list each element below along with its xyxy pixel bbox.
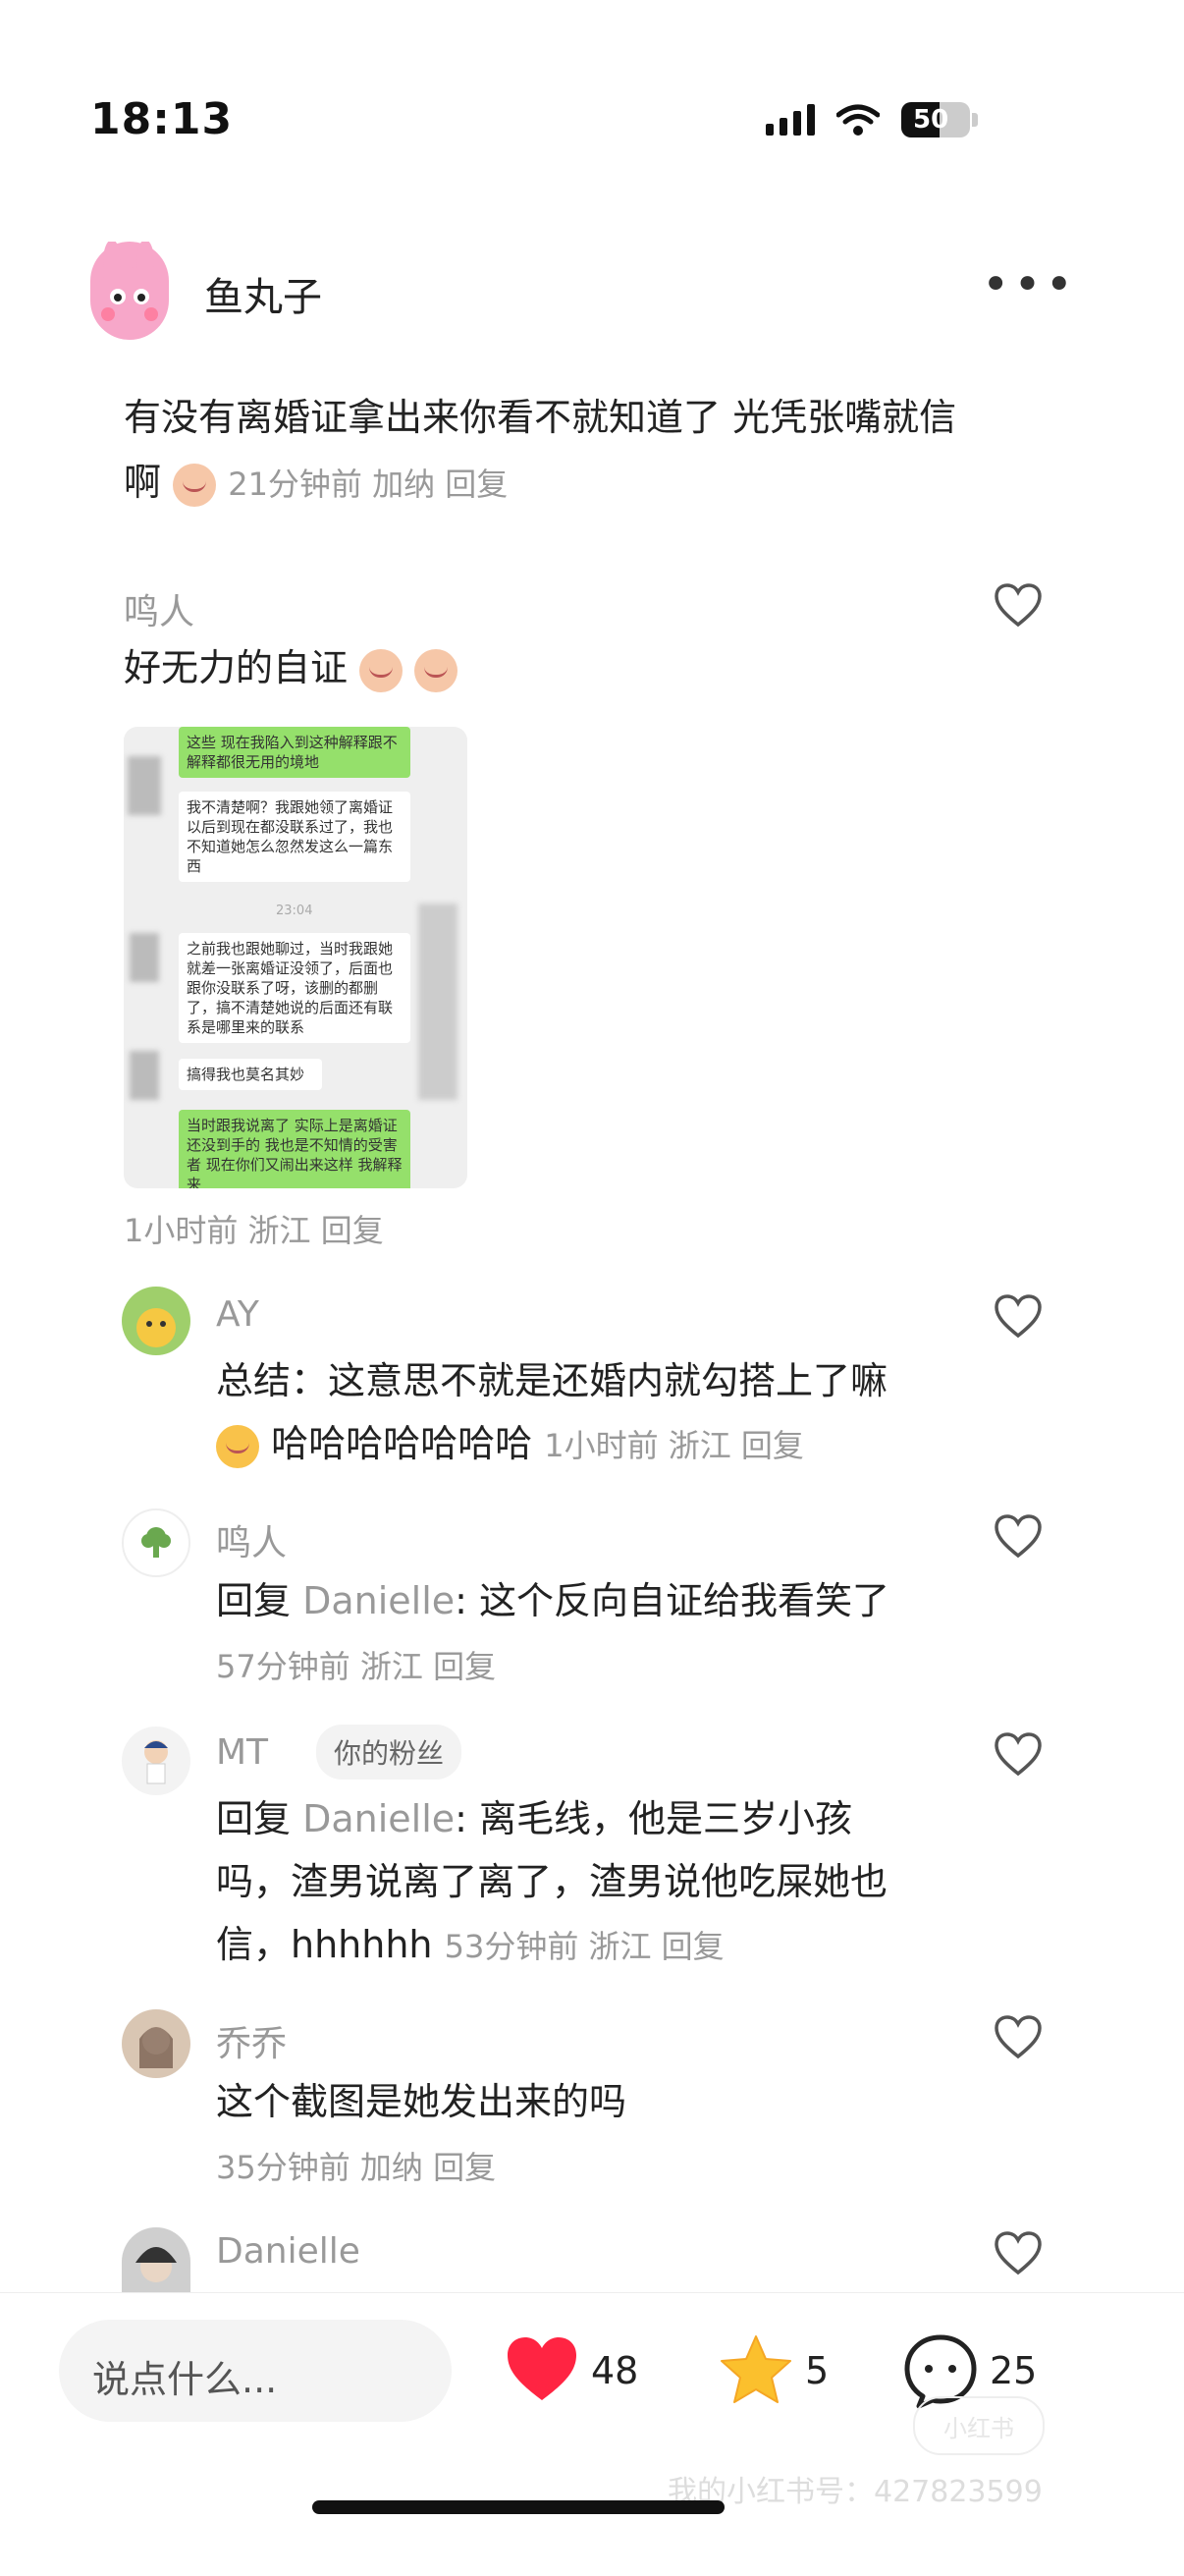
- battery-icon: 50: [901, 102, 970, 137]
- author-name[interactable]: 鱼丸子: [204, 265, 322, 322]
- main-comment-meta[interactable]: 21分钟前 加纳 回复: [228, 466, 508, 503]
- commenter-avatar[interactable]: [122, 2227, 190, 2292]
- battery-level: 50: [913, 105, 949, 135]
- commenter-name[interactable]: 鸣人: [216, 1514, 287, 1565]
- star-count: 5: [805, 2349, 830, 2392]
- crying-face-icon: [359, 648, 404, 692]
- screenshot-bubble: 我不清楚啊？我跟她领了离婚证以后到现在都没联系过了，我也不知道她怎么忽然发这么一…: [179, 792, 410, 882]
- like-heart-icon[interactable]: [994, 2231, 1043, 2276]
- reply-to-user[interactable]: Danielle: [302, 1579, 455, 1622]
- comment-text: 好无力的自证: [124, 636, 458, 699]
- comment-input-placeholder[interactable]: 说点什么...: [92, 2349, 277, 2403]
- screenshot-bubble: 搞得我也莫名其妙: [179, 1059, 322, 1090]
- commenter-name[interactable]: 乔乔: [216, 2015, 287, 2066]
- comment-text-content: 信，hhhhhh: [216, 1923, 433, 1966]
- comment-meta[interactable]: 1小时前 浙江 回复: [544, 1427, 804, 1464]
- wifi-icon: [836, 104, 880, 136]
- comment-text: 这个截图是她发出来的吗: [216, 2080, 627, 2123]
- like-heart-icon[interactable]: [994, 2015, 1043, 2060]
- screenshot-bubble: 当时跟我说离了 实际上是离婚证还没到手的 我也是不知情的受害者 现在你们又闹出来…: [179, 1110, 410, 1188]
- chat-screenshot-image[interactable]: 这些 现在我陷入到这种解释跟不解释都很无用的境地 我不清楚啊？我跟她领了离婚证以…: [124, 727, 467, 1188]
- commenter-name[interactable]: Danielle: [216, 2231, 360, 2272]
- comment-text: 总结：这意思不就是还婚内就勾搭上了嘛: [216, 1359, 888, 1402]
- commenter-avatar[interactable]: [122, 2009, 190, 2078]
- commenter-name[interactable]: MT: [216, 1732, 268, 1773]
- crying-face-icon: [173, 463, 217, 507]
- like-heart-icon[interactable]: [994, 1732, 1043, 1778]
- like-heart-icon[interactable]: [994, 1294, 1043, 1340]
- comment-text-line2: 哈哈哈哈哈哈哈 1小时前 浙江 回复: [216, 1412, 804, 1477]
- like-filled-icon[interactable]: [505, 2335, 579, 2404]
- comment-text-line2: 吗，渣男说离了离了，渣男说他吃屎她也: [216, 1860, 888, 1903]
- watermark-logo: 小红书: [913, 2396, 1045, 2455]
- home-indicator[interactable]: [312, 2500, 725, 2514]
- like-count: 48: [591, 2349, 639, 2392]
- like-heart-icon[interactable]: [994, 583, 1043, 629]
- fan-badge: 你的粉丝: [316, 1725, 462, 1780]
- reply-prefix: 回复: [216, 1579, 292, 1622]
- comment-text: 回复 Danielle: 这个反向自证给我看笑了: [216, 1569, 889, 1632]
- screenshot-time: 23:04: [276, 904, 313, 918]
- comment-text-line3: 信，hhhhhh 53分钟前 浙江 回复: [216, 1913, 725, 1978]
- comment-meta[interactable]: 53分钟前 浙江 回复: [445, 1928, 725, 1965]
- status-time: 18:13: [90, 94, 234, 144]
- comment-meta[interactable]: 35分钟前 加纳 回复: [216, 2143, 496, 2188]
- status-icons: 50: [766, 102, 978, 137]
- reply-prefix: 回复: [216, 1797, 292, 1840]
- comment-meta[interactable]: 1小时前 浙江 回复: [124, 1206, 384, 1251]
- comment-text-content: : 离毛线，他是三岁小孩: [455, 1797, 853, 1840]
- comment-count: 25: [990, 2349, 1038, 2392]
- comment-text-content: : 这个反向自证给我看笑了: [455, 1579, 890, 1622]
- comment-text-content: 哈哈哈哈哈哈哈: [271, 1422, 533, 1465]
- commenter-name[interactable]: AY: [216, 1294, 259, 1335]
- commenter-avatar[interactable]: [122, 1726, 190, 1795]
- comment-text-content: 好无力的自证: [124, 646, 349, 689]
- screenshot-bubble: 之前我也跟她聊过，当时我跟她就差一张离婚证没领了，后面也跟你没联系了呀，该删的都…: [179, 933, 410, 1043]
- cellular-signal-icon: [766, 104, 815, 136]
- more-options-icon[interactable]: •••: [982, 257, 1077, 312]
- commenter-avatar[interactable]: [122, 1508, 190, 1577]
- battery-tip: [972, 113, 978, 127]
- grinning-face-icon: [216, 1424, 259, 1468]
- crying-face-icon: [414, 648, 458, 692]
- star-collect-icon[interactable]: [719, 2333, 793, 2406]
- reply-to-user[interactable]: Danielle: [302, 1797, 455, 1840]
- main-comment: 有没有离婚证拿出来你看不就知道了 光凭张嘴就信啊 21分钟前 加纳 回复: [124, 385, 988, 517]
- comment-text: 回复 Danielle: 离毛线，他是三岁小孩: [216, 1787, 852, 1850]
- screenshot-bubble: 这些 现在我陷入到这种解释跟不解释都很无用的境地: [179, 727, 410, 778]
- commenter-avatar[interactable]: [122, 1287, 190, 1355]
- commenter-name[interactable]: 鸣人: [124, 583, 194, 634]
- comment-meta[interactable]: 57分钟前 浙江 回复: [216, 1642, 496, 1687]
- author-avatar[interactable]: [90, 240, 169, 340]
- like-heart-icon[interactable]: [994, 1514, 1043, 1560]
